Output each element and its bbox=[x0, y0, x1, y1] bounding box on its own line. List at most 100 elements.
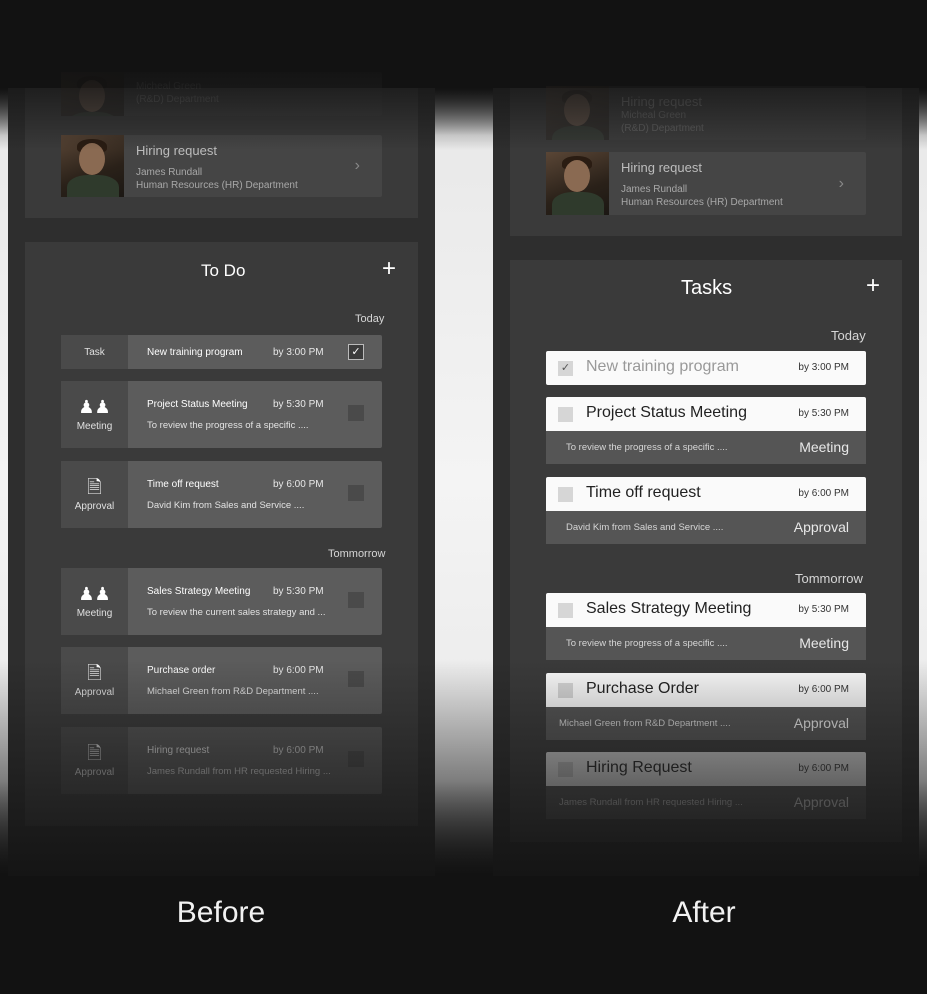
task-checkbox[interactable] bbox=[558, 683, 573, 698]
requester-name: James Rundall bbox=[621, 184, 688, 195]
task-card[interactable]: Sales Strategy Meeting by 5:30 PM To rev… bbox=[546, 593, 866, 660]
task-checkbox[interactable] bbox=[558, 762, 573, 777]
day-label-today: Today bbox=[831, 328, 866, 343]
task-card[interactable]: ✓ New training program by 3:00 PM bbox=[546, 351, 866, 385]
task-card[interactable]: Time off request by 6:00 PM David Kim fr… bbox=[546, 477, 866, 544]
category-label: Meeting bbox=[799, 439, 849, 455]
due-time: by 5:30 PM bbox=[798, 604, 849, 615]
comparison-canvas: Micheal Green (R&D) Department Hiring re… bbox=[0, 0, 927, 994]
task-checkbox[interactable] bbox=[558, 487, 573, 502]
approval-icon: 🗎 bbox=[87, 663, 102, 683]
task-checkbox[interactable] bbox=[558, 407, 573, 422]
task-checkbox[interactable] bbox=[348, 671, 364, 687]
task-description: Michael Green from R&D Department .... bbox=[147, 686, 319, 697]
task-card[interactable]: Task New training program by 3:00 PM ✓ bbox=[61, 335, 382, 369]
task-title: Project Status Meeting bbox=[586, 404, 747, 421]
due-time: by 3:00 PM bbox=[273, 347, 324, 358]
day-label-tomorrow: Tommorrow bbox=[795, 571, 863, 586]
task-description: Michael Green from R&D Department .... bbox=[559, 718, 731, 729]
due-time: by 6:00 PM bbox=[273, 665, 324, 676]
task-card[interactable]: 🗎 Approval Purchase order by 6:00 PM Mich… bbox=[61, 647, 382, 714]
meeting-icon: ♟♟ bbox=[78, 584, 111, 604]
category-label: Approval bbox=[793, 519, 849, 535]
request-title: Hiring request bbox=[136, 143, 217, 158]
task-checkbox[interactable]: ✓ bbox=[348, 344, 364, 360]
category-label: Task bbox=[61, 335, 128, 369]
task-description: David Kim from Sales and Service .... bbox=[147, 500, 305, 511]
avatar bbox=[546, 86, 609, 140]
due-time: by 3:00 PM bbox=[798, 362, 849, 373]
approval-icon: 🗎 bbox=[87, 477, 102, 497]
task-title: New training program bbox=[586, 358, 739, 375]
task-title: Sales Strategy Meeting bbox=[586, 600, 752, 617]
panel-title: To Do bbox=[201, 261, 246, 280]
task-card[interactable]: ♟♟ Meeting Project Status Meeting by 5:30… bbox=[61, 381, 382, 448]
chevron-right-icon: › bbox=[354, 157, 360, 174]
task-checkbox[interactable] bbox=[348, 751, 364, 767]
day-label-tomorrow: Tommorrow bbox=[328, 548, 386, 560]
task-title: Sales Strategy Meeting bbox=[147, 586, 251, 597]
request-card[interactable]: Micheal Green (R&D) Department bbox=[61, 72, 382, 116]
task-description: David Kim from Sales and Service .... bbox=[566, 522, 724, 533]
light-strip bbox=[919, 88, 927, 876]
requester-dept: (R&D) Department bbox=[621, 123, 704, 134]
due-time: by 6:00 PM bbox=[798, 684, 849, 695]
task-title: Hiring Request bbox=[586, 759, 692, 776]
avatar bbox=[61, 135, 124, 197]
task-card[interactable]: Hiring Request by 6:00 PM James Rundall … bbox=[546, 752, 866, 819]
light-strip bbox=[435, 88, 493, 876]
due-time: by 6:00 PM bbox=[273, 745, 324, 756]
task-title: Time off request bbox=[147, 479, 219, 490]
approval-icon: 🗎 bbox=[87, 743, 102, 763]
meeting-icon: ♟♟ bbox=[78, 397, 111, 417]
task-card[interactable]: Project Status Meeting by 5:30 PM To rev… bbox=[546, 397, 866, 464]
task-description: James Rundall from HR requested Hiring .… bbox=[559, 797, 743, 808]
after-caption: After bbox=[672, 896, 736, 929]
request-card[interactable]: Hiring request Micheal Green (R&D) Depar… bbox=[546, 86, 866, 140]
requester-dept: Human Resources (HR) Department bbox=[621, 197, 783, 208]
request-card[interactable]: Hiring request James Rundall Human Resou… bbox=[61, 135, 382, 197]
task-title: New training program bbox=[147, 347, 243, 358]
task-description: To review the progress of a specific ...… bbox=[566, 442, 728, 453]
category-label: Approval bbox=[793, 715, 849, 731]
requester-name: James Rundall bbox=[136, 167, 203, 178]
category-label: Approval bbox=[74, 767, 115, 778]
task-checkbox[interactable]: ✓ bbox=[558, 361, 573, 376]
add-button[interactable]: + bbox=[866, 274, 880, 298]
panel-title: Tasks bbox=[681, 277, 733, 299]
task-card[interactable]: 🗎 Approval Time off request by 6:00 PM Da… bbox=[61, 461, 382, 528]
task-checkbox[interactable] bbox=[348, 485, 364, 501]
request-card[interactable]: Hiring request James Rundall Human Resou… bbox=[546, 152, 866, 215]
category-label: Approval bbox=[74, 687, 115, 698]
before-caption: Before bbox=[176, 896, 266, 929]
due-time: by 5:30 PM bbox=[273, 399, 324, 410]
task-card[interactable]: ♟♟ Meeting Sales Strategy Meeting by 5:30… bbox=[61, 568, 382, 635]
due-time: by 6:00 PM bbox=[798, 763, 849, 774]
task-description: To review the progress of a specific ...… bbox=[147, 420, 309, 431]
task-checkbox[interactable] bbox=[348, 592, 364, 608]
task-card[interactable]: Purchase Order by 6:00 PM Michael Green … bbox=[546, 673, 866, 740]
category-label: Meeting bbox=[799, 635, 849, 651]
avatar bbox=[546, 152, 609, 215]
category-label: Meeting bbox=[76, 421, 113, 432]
category-label: Approval bbox=[793, 794, 849, 810]
task-checkbox[interactable] bbox=[348, 405, 364, 421]
chevron-right-icon: › bbox=[838, 174, 844, 192]
task-title: Purchase order bbox=[147, 665, 216, 676]
light-strip bbox=[0, 88, 8, 876]
add-button[interactable]: + bbox=[382, 257, 396, 281]
task-title: Project Status Meeting bbox=[147, 399, 248, 410]
due-time: by 6:00 PM bbox=[798, 488, 849, 499]
request-title: Hiring request bbox=[621, 160, 702, 175]
day-label-today: Today bbox=[355, 313, 385, 325]
due-time: by 6:00 PM bbox=[273, 479, 324, 490]
requester-name: Micheal Green bbox=[621, 110, 687, 121]
avatar bbox=[61, 72, 124, 116]
requester-name: Micheal Green bbox=[136, 81, 202, 92]
task-title: Hiring request bbox=[147, 745, 210, 756]
task-description: James Rundall from HR requested Hiring .… bbox=[147, 766, 331, 777]
task-description: To review the current sales strategy and… bbox=[147, 607, 326, 618]
task-checkbox[interactable] bbox=[558, 603, 573, 618]
task-card[interactable]: 🗎 Approval Hiring request by 6:00 PM Jame… bbox=[61, 727, 382, 794]
task-description: To review the progress of a specific ...… bbox=[566, 638, 728, 649]
